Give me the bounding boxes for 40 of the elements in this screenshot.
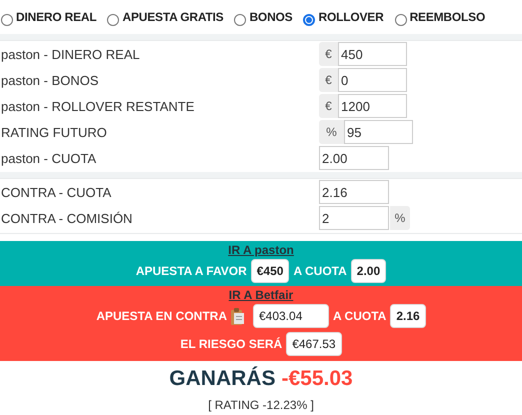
bookmaker-link[interactable]: IR A paston bbox=[228, 243, 294, 257]
field-label: paston - BONOS bbox=[0, 72, 100, 88]
field-label: paston - ROLLOVER RESTANTE bbox=[0, 98, 196, 114]
bet-type-radio[interactable]: APUESTA GRATIS bbox=[107, 8, 224, 26]
stake-label: APUESTA EN CONTRA bbox=[96, 309, 227, 323]
bet-type-radio[interactable]: DINERO REAL bbox=[1, 8, 96, 26]
bet-type-radio[interactable]: REEMBOLSO bbox=[394, 8, 486, 26]
stake-value: €403.04 bbox=[252, 304, 329, 328]
odds-value: 2.00 bbox=[350, 259, 386, 283]
number-field[interactable]: 2 bbox=[319, 206, 389, 230]
field-label: paston - CUOTA bbox=[0, 150, 98, 166]
number-field[interactable]: 450 bbox=[338, 42, 407, 66]
stake-value: €450 bbox=[250, 259, 290, 283]
odds-value: 2.16 bbox=[390, 304, 426, 328]
number-field[interactable]: 2.16 bbox=[319, 180, 389, 204]
field-label: paston - DINERO REAL bbox=[0, 46, 141, 62]
field-label: RATING FUTURO bbox=[0, 124, 108, 140]
profit-amount: -€55.03 bbox=[281, 367, 353, 391]
result-label: GANARÁS bbox=[169, 367, 276, 391]
risk-label: EL RIESGO SERÁ bbox=[180, 337, 282, 351]
bet-type-radio[interactable]: BONOS bbox=[234, 8, 292, 26]
number-field[interactable]: 95 bbox=[344, 120, 413, 144]
field-label: CONTRA - COMISIÓN bbox=[0, 210, 134, 226]
field-label: CONTRA - CUOTA bbox=[0, 184, 112, 200]
unit-addon: € bbox=[319, 68, 338, 92]
clipboard-icon[interactable] bbox=[230, 308, 245, 324]
unit-addon: % bbox=[390, 206, 410, 230]
number-field[interactable]: 1200 bbox=[338, 94, 407, 118]
number-field[interactable]: 0 bbox=[338, 68, 407, 92]
unit-addon: % bbox=[319, 120, 344, 144]
unit-addon: € bbox=[319, 94, 338, 118]
odds-label: A CUOTA bbox=[293, 264, 347, 278]
bet-type-radio[interactable]: ROLLOVER bbox=[303, 8, 384, 26]
number-field[interactable]: 2.00 bbox=[319, 146, 389, 170]
unit-addon: € bbox=[319, 42, 338, 66]
risk-value: €467.53 bbox=[286, 332, 342, 356]
exchange-link[interactable]: IR A Betfair bbox=[228, 288, 294, 302]
odds-label: A CUOTA bbox=[332, 309, 386, 323]
rating-text: [ RATING -12.23% ] bbox=[207, 398, 315, 412]
stake-label: APUESTA A FAVOR bbox=[136, 264, 247, 278]
